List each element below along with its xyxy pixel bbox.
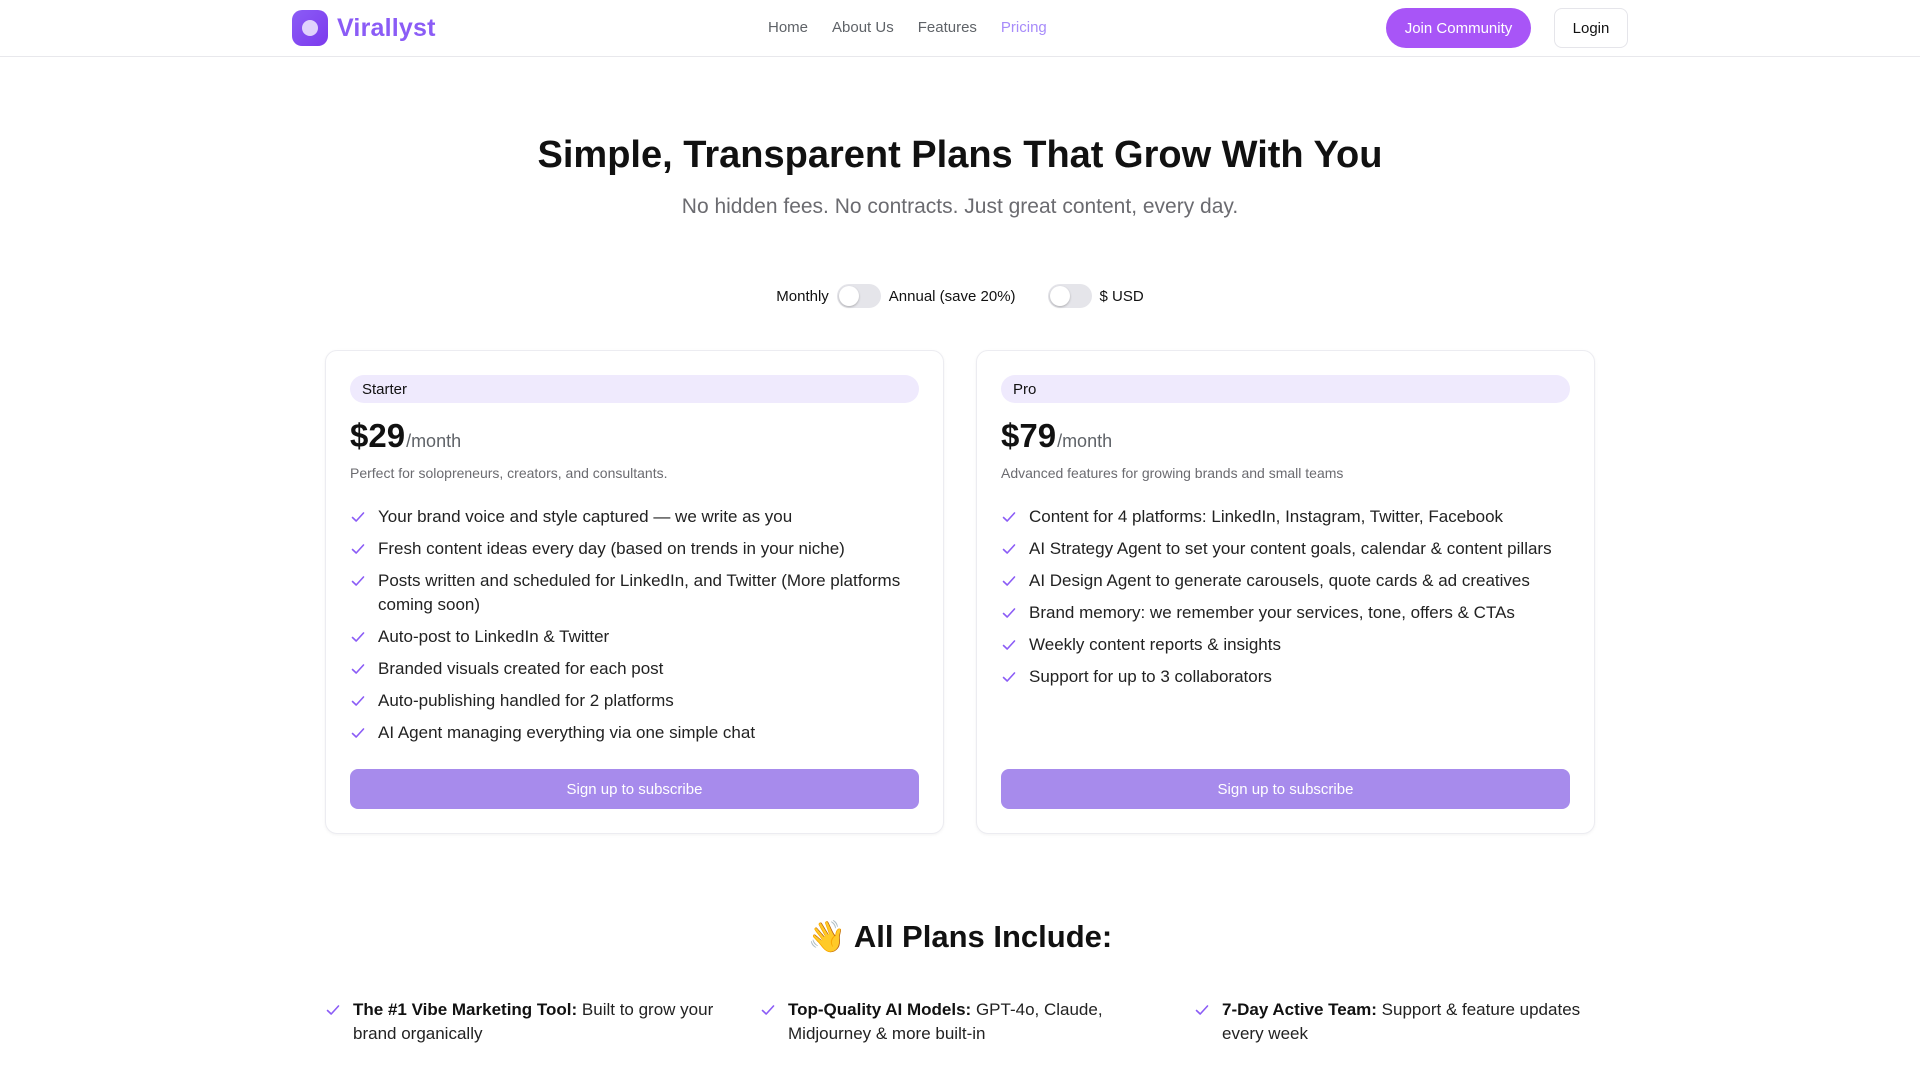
include-text: 7-Day Active Team: Support & feature upd… (1222, 998, 1594, 1046)
nav-home[interactable]: Home (768, 19, 808, 36)
feature-text: Your brand voice and style captured — we… (378, 507, 793, 526)
feature-text: Auto-publishing handled for 2 platforms (378, 691, 674, 710)
feature-text: Content for 4 platforms: LinkedIn, Insta… (1029, 507, 1504, 526)
feature-text: Fresh content ideas every day (based on … (378, 539, 845, 558)
monthly-label: Monthly (776, 287, 829, 305)
check-icon (351, 544, 365, 554)
feature-text: Brand memory: we remember your services,… (1029, 603, 1515, 622)
currency-toggle[interactable] (1047, 284, 1092, 308)
feature-text: AI Design Agent to generate carousels, q… (1029, 571, 1530, 590)
price-row: $79 /month (1001, 417, 1570, 455)
include-bold: The #1 Vibe Marketing Tool: (353, 1000, 578, 1019)
nav-pricing[interactable]: Pricing (1001, 19, 1047, 36)
check-icon (1002, 640, 1016, 650)
feature-text: Support for up to 3 collaborators (1029, 667, 1272, 686)
check-icon (351, 632, 365, 642)
include-item: 7-Day Active Team: Support & feature upd… (1194, 998, 1594, 1046)
plan-price: $29 (350, 417, 406, 454)
check-icon (351, 664, 365, 674)
check-icon (1002, 576, 1016, 586)
check-icon (351, 696, 365, 706)
feature-text: AI Agent managing everything via one sim… (378, 723, 756, 742)
nav-about-us[interactable]: About Us (832, 19, 894, 36)
plan-period: /month (1057, 431, 1113, 451)
brand-name: Virallyst (337, 13, 436, 42)
subscribe-button-starter[interactable]: Sign up to subscribe (350, 769, 919, 809)
feature-list: Content for 4 platforms: LinkedIn, Insta… (1001, 505, 1570, 689)
check-icon (326, 1005, 340, 1015)
nav-features[interactable]: Features (918, 19, 977, 36)
feature-item: Your brand voice and style captured — we… (350, 505, 919, 529)
feature-item: AI Strategy Agent to set your content go… (1001, 537, 1570, 561)
plan-description: Advanced features for growing brands and… (1001, 465, 1344, 481)
main-nav: Home About Us Features Pricing (768, 19, 1047, 36)
check-icon (1002, 672, 1016, 682)
toggle-knob (838, 286, 859, 306)
feature-item: Weekly content reports & insights (1001, 633, 1570, 657)
include-item: The #1 Vibe Marketing Tool: Built to gro… (325, 998, 725, 1046)
toggle-knob (1049, 286, 1070, 306)
price-row: $29 /month (350, 417, 919, 455)
feature-item: Fresh content ideas every day (based on … (350, 537, 919, 561)
plan-name: Starter (362, 380, 408, 398)
plan-description: Perfect for solopreneurs, creators, and … (350, 465, 668, 481)
feature-text: Branded visuals created for each post (378, 659, 664, 678)
billing-period-toggle[interactable] (836, 284, 881, 308)
check-icon (351, 512, 365, 522)
feature-text: AI Strategy Agent to set your content go… (1029, 539, 1552, 558)
subscribe-button-pro[interactable]: Sign up to subscribe (1001, 769, 1570, 809)
join-community-button[interactable]: Join Community (1386, 8, 1531, 48)
top-navbar: Virallyst Home About Us Features Pricing… (0, 0, 1920, 57)
feature-item: Auto-publishing handled for 2 platforms (350, 689, 919, 713)
feature-item: Branded visuals created for each post (350, 657, 919, 681)
include-bold: 7-Day Active Team: (1222, 1000, 1377, 1019)
plan-name-badge: Pro (1001, 375, 1570, 403)
logo-icon (292, 10, 328, 46)
check-icon (1195, 1005, 1209, 1015)
plan-name-badge: Starter (350, 375, 919, 403)
feature-item: Auto-post to LinkedIn & Twitter (350, 625, 919, 649)
feature-item: Content for 4 platforms: LinkedIn, Insta… (1001, 505, 1570, 529)
include-item: Top-Quality AI Models: GPT-4o, Claude, M… (760, 998, 1160, 1046)
feature-text: Auto-post to LinkedIn & Twitter (378, 627, 610, 646)
feature-item: Posts written and scheduled for LinkedIn… (350, 569, 919, 617)
page-subtitle: No hidden fees. No contracts. Just great… (681, 195, 1239, 218)
currency-label: $ USD (1099, 287, 1144, 305)
feature-list: Your brand voice and style captured — we… (350, 505, 919, 745)
feature-text: Weekly content reports & insights (1029, 635, 1281, 654)
check-icon (351, 576, 365, 586)
check-icon (761, 1005, 775, 1015)
login-button[interactable]: Login (1554, 8, 1628, 48)
page-title: Simple, Transparent Plans That Grow With… (537, 134, 1383, 176)
feature-item: AI Agent managing everything via one sim… (350, 721, 919, 745)
brand-link[interactable]: Virallyst (292, 10, 436, 46)
include-text: Top-Quality AI Models: GPT-4o, Claude, M… (788, 998, 1160, 1046)
check-icon (1002, 608, 1016, 618)
check-icon (1002, 544, 1016, 554)
check-icon (351, 728, 365, 738)
feature-text: Posts written and scheduled for LinkedIn… (378, 571, 901, 614)
plan-card-starter: Starter $29 /month Perfect for soloprene… (325, 350, 944, 834)
annual-label: Annual (save 20%) (888, 287, 1016, 305)
plan-card-pro: Pro $79 /month Advanced features for gro… (976, 350, 1595, 834)
feature-item: Brand memory: we remember your services,… (1001, 601, 1570, 625)
include-text: The #1 Vibe Marketing Tool: Built to gro… (353, 998, 725, 1046)
plan-name: Pro (1013, 380, 1037, 398)
check-icon (1002, 512, 1016, 522)
feature-item: Support for up to 3 collaborators (1001, 665, 1570, 689)
all-plans-title: 👋 All Plans Include: (807, 919, 1113, 954)
plan-price: $79 (1001, 417, 1057, 454)
billing-toggles: Monthly Annual (save 20%) $ USD (0, 284, 1920, 308)
include-bold: Top-Quality AI Models: (788, 1000, 972, 1019)
feature-item: AI Design Agent to generate carousels, q… (1001, 569, 1570, 593)
plan-period: /month (406, 431, 462, 451)
